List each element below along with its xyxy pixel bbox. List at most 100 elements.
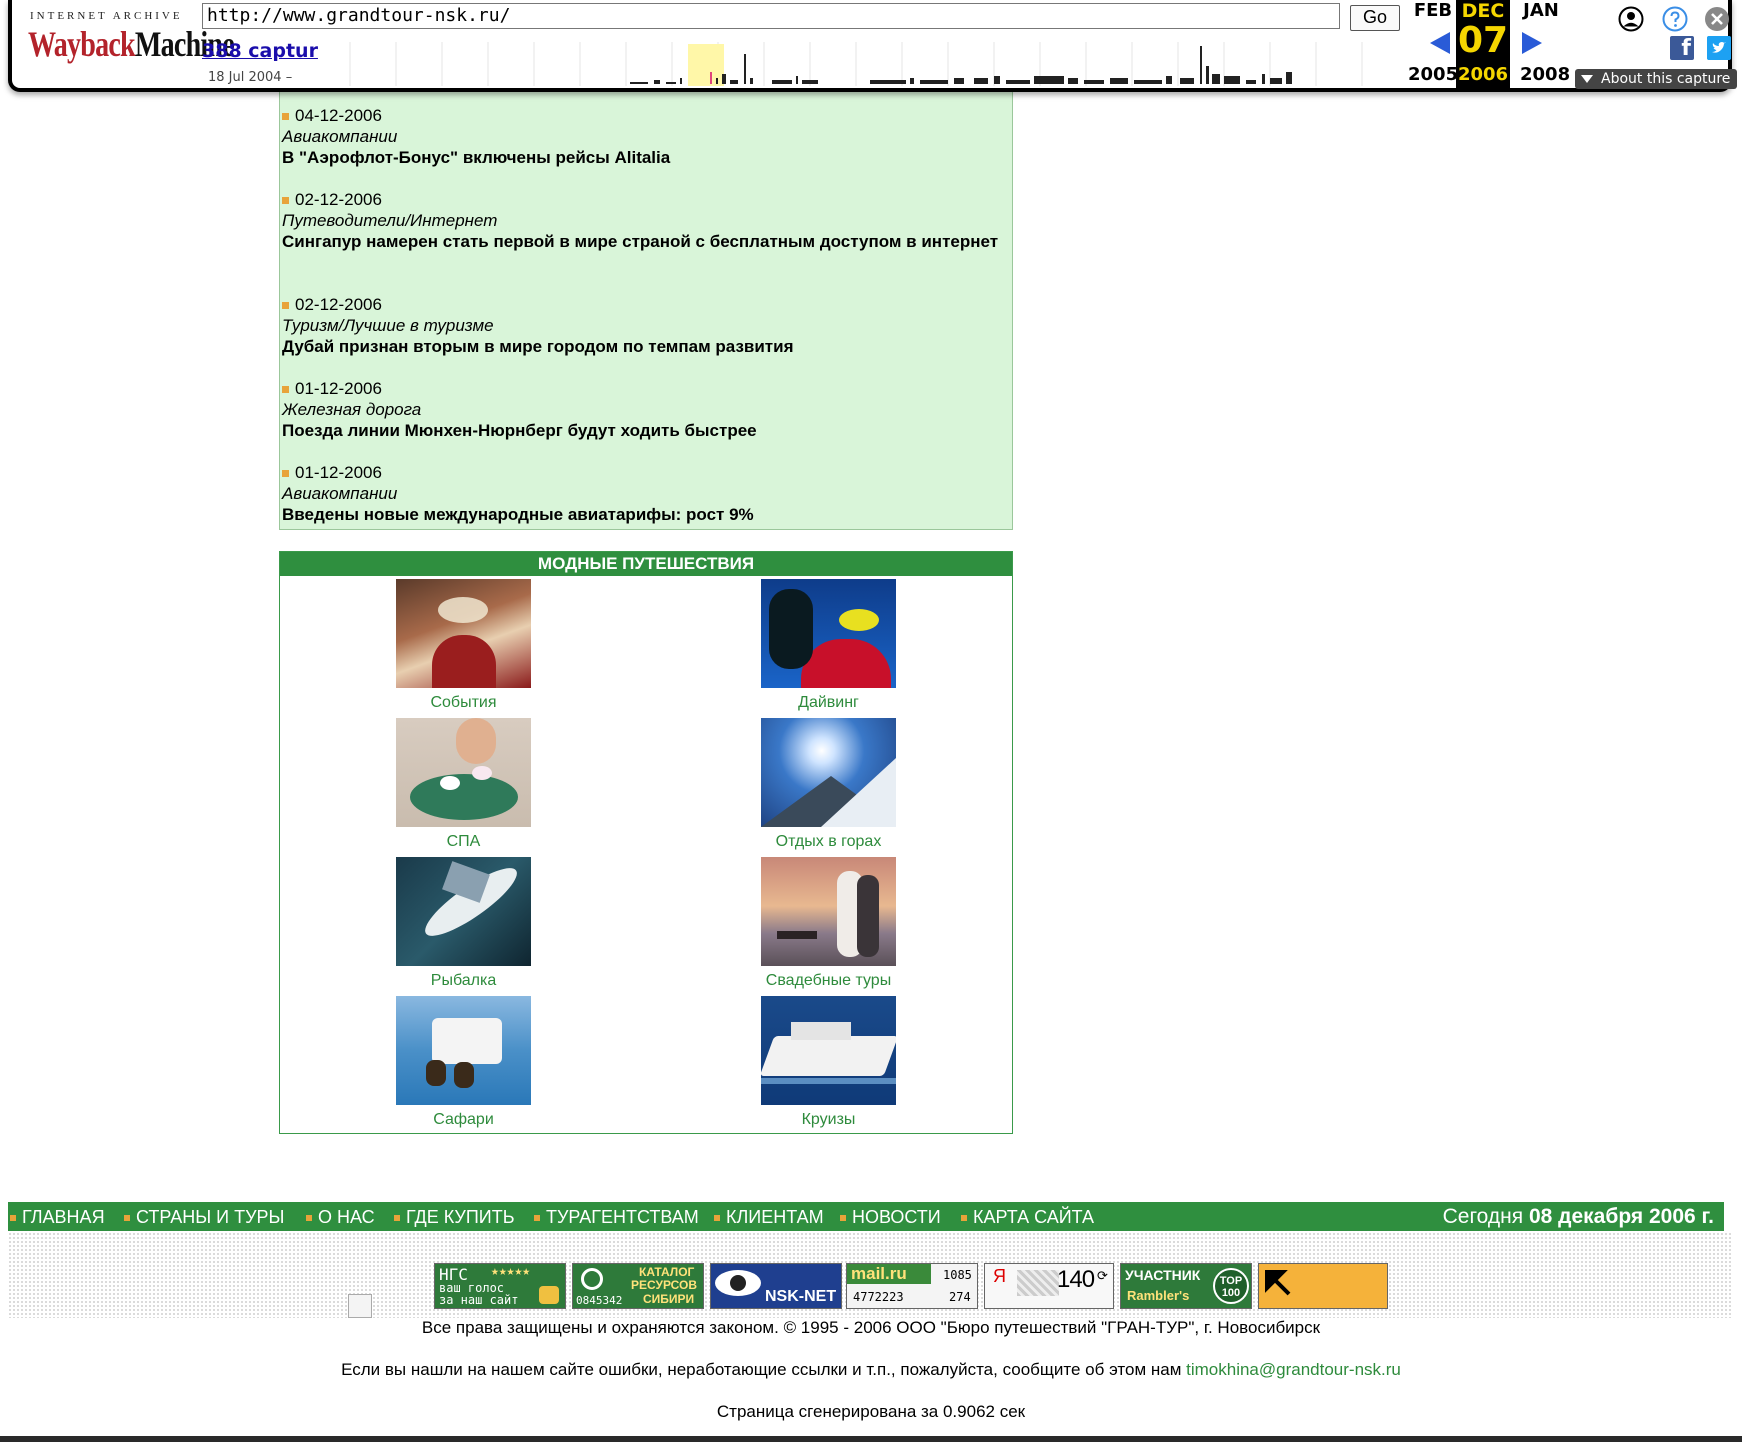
next-capture-arrow-icon[interactable] [1522, 32, 1542, 54]
close-icon[interactable] [1704, 6, 1730, 32]
news-category[interactable]: Авиакомпании [282, 483, 1002, 504]
news-title-link[interactable]: Введены новые международные авиатарифы: … [282, 504, 1002, 525]
copyright-text: Все права защищены и охраняются законом.… [421, 1318, 1321, 1337]
catalog-resources: РЕСУРСОВ [631, 1278, 698, 1292]
wayback-logo-word: Wayback [28, 24, 136, 64]
events-photo[interactable] [396, 579, 531, 688]
news-title-link[interactable]: В "Аэрофлот-Бонус" включены рейсы Alital… [282, 147, 1002, 168]
travel-tile-label[interactable]: Свадебные туры [761, 972, 896, 990]
news-item: 04-12-2006 Авиакомпании В "Аэрофлот-Бону… [282, 105, 1002, 168]
news-category[interactable]: Авиакомпании [282, 126, 1002, 147]
nav-item-about[interactable]: О НАС [306, 1206, 375, 1228]
nav-item-where-buy[interactable]: ГДЕ КУПИТЬ [394, 1206, 515, 1228]
news-date: 02-12-2006 [282, 294, 1002, 315]
generation-time: Страница сгенерирована за 0.9062 сек [716, 1402, 1026, 1421]
travel-tile-mountains[interactable]: Отдых в горах [761, 718, 896, 851]
user-icon[interactable] [1618, 6, 1644, 32]
travel-tile-safari[interactable]: Сафари [396, 996, 531, 1129]
travel-tile-events[interactable]: События [396, 579, 531, 712]
wedding-photo[interactable] [761, 857, 896, 966]
prev-capture-arrow-icon[interactable] [1430, 32, 1450, 54]
mailru-counter[interactable]: mail.ru 1085 4772223 274 [846, 1263, 978, 1309]
about-capture-button[interactable]: About this capture [1575, 69, 1737, 89]
nsk-net-label: NSK-NET [765, 1288, 837, 1305]
facebook-icon[interactable]: f [1670, 36, 1694, 61]
today-date-value: 08 декабря 2006 г. [1528, 1205, 1714, 1228]
nav-item-news[interactable]: НОВОСТИ [840, 1206, 941, 1228]
nav-item-agencies[interactable]: ТУРАГЕНТСТВАМ [534, 1206, 699, 1228]
capture-sparkline[interactable] [304, 42, 1398, 86]
sparkline-grid [349, 42, 1363, 86]
orange-arrow-counter[interactable] [1258, 1263, 1388, 1309]
travel-tile-spa[interactable]: СПА [396, 718, 531, 851]
mountains-photo[interactable] [761, 718, 896, 827]
refresh-icon: ⟳ [1097, 1268, 1108, 1283]
sparkline-bars [630, 46, 1292, 84]
news-category[interactable]: Путеводители/Интернет [282, 210, 1002, 231]
travel-tile-label[interactable]: Круизы [761, 1111, 896, 1129]
nsk-net-counter[interactable]: NSK-NET [710, 1263, 842, 1309]
yandex-counter[interactable]: Я 140 ⟳ [984, 1263, 1114, 1309]
rambler-member: УЧАСТНИК [1125, 1267, 1201, 1283]
travel-tile-label[interactable]: События [396, 694, 531, 712]
news-title-link[interactable]: Дубай признан вторым в мире городом по т… [282, 336, 1002, 357]
help-icon[interactable] [1662, 6, 1688, 32]
news-title-link[interactable]: Поезда линии Мюнхен-Нюрнберг будут ходит… [282, 420, 1002, 441]
mailru-visitors: 274 [949, 1290, 971, 1304]
news-panel: 04-12-2006 Авиакомпании В "Аэрофлот-Бону… [279, 88, 1013, 530]
yandex-number: 140 [1057, 1266, 1095, 1293]
travel-tile-label[interactable]: СПА [396, 833, 531, 851]
twitter-icon[interactable] [1707, 36, 1731, 60]
current-capture-date: DEC 07 2006 [1456, 0, 1510, 88]
travel-tile-label[interactable]: Дайвинг [761, 694, 896, 712]
ngs-counter[interactable]: НГС ★★★★★ ваш голос за наш сайт [434, 1263, 566, 1309]
report-errors-text: Если вы нашли на нашем сайте ошибки, нер… [0, 1360, 1742, 1380]
nav-item-clients[interactable]: КЛИЕНТАМ [714, 1206, 824, 1228]
travel-tile-label[interactable]: Рыбалка [396, 972, 531, 990]
current-month: DEC [1461, 0, 1505, 22]
news-category[interactable]: Железная дорога [282, 399, 1002, 420]
main-nav: ГЛАВНАЯ СТРАНЫ И ТУРЫ О НАС ГДЕ КУПИТЬ Т… [8, 1202, 1724, 1231]
cruises-photo[interactable] [761, 996, 896, 1105]
hundred-label: 100 [1221, 1287, 1241, 1299]
contact-email-link[interactable]: timokhina@grandtour-nsk.ru [1186, 1360, 1401, 1379]
sparkline-highlight [688, 44, 724, 86]
mailru-total: 4772223 [853, 1290, 904, 1304]
travel-tile-cruises[interactable]: Круизы [761, 996, 896, 1129]
news-title-link[interactable]: Сингапур намерен стать первой в мире стр… [282, 231, 1002, 252]
nav-item-sitemap[interactable]: КАРТА САЙТА [961, 1206, 1094, 1228]
travel-tile-diving[interactable]: Дайвинг [761, 579, 896, 712]
next-year-label[interactable]: 2008 [1520, 64, 1570, 85]
top-label: TOP [1219, 1275, 1243, 1287]
rambler-top100-counter[interactable]: УЧАСТНИК Rambler's TOP 100 [1120, 1263, 1252, 1309]
wayback-url-input[interactable]: http://www.grandtour-nsk.ru/ [202, 3, 1340, 29]
news-date: 01-12-2006 [282, 378, 1002, 399]
captures-link[interactable]: 388 captur [202, 40, 318, 62]
fishing-photo[interactable] [396, 857, 531, 966]
prev-year-label[interactable]: 2005 [1408, 64, 1458, 85]
fashion-travel-panel: МОДНЫЕ ПУТЕШЕСТВИЯ События Дайвинг СПА О… [279, 551, 1013, 1134]
news-category[interactable]: Туризм/Лучшие в туризме [282, 315, 1002, 336]
news-item: 01-12-2006 Железная дорога Поезда линии … [282, 378, 1002, 441]
nav-item-home[interactable]: ГЛАВНАЯ [10, 1206, 105, 1228]
report-errors-message: Если вы нашли на нашем сайте ошибки, нер… [341, 1360, 1182, 1379]
thumbs-up-icon [539, 1286, 559, 1304]
safari-photo[interactable] [396, 996, 531, 1105]
catalog-number: 0845342 [576, 1294, 623, 1307]
go-button[interactable]: Go [1350, 5, 1400, 31]
spa-photo[interactable] [396, 718, 531, 827]
travel-tile-fishing[interactable]: Рыбалка [396, 857, 531, 990]
rambler-name: Rambler's [1127, 1288, 1190, 1303]
travel-tile-wedding[interactable]: Свадебные туры [761, 857, 896, 990]
nav-item-countries-tours[interactable]: СТРАНЫ И ТУРЫ [124, 1206, 284, 1228]
prev-month-label[interactable]: FEB [1408, 0, 1458, 21]
diving-photo[interactable] [761, 579, 896, 688]
news-item: 02-12-2006 Путеводители/Интернет Сингапу… [282, 189, 1002, 252]
travel-tile-label[interactable]: Отдых в горах [761, 833, 896, 851]
top100-badge: TOP 100 [1213, 1268, 1249, 1304]
siberia-catalog-counter[interactable]: КАТАЛОГ РЕСУРСОВ СИБИРИ 0845342 [572, 1263, 704, 1309]
mailru-logo: mail.ru [847, 1264, 931, 1284]
travel-tile-label[interactable]: Сафари [396, 1111, 531, 1129]
yandex-letter: Я [993, 1266, 1006, 1286]
next-month-label[interactable]: JAN [1516, 0, 1566, 21]
